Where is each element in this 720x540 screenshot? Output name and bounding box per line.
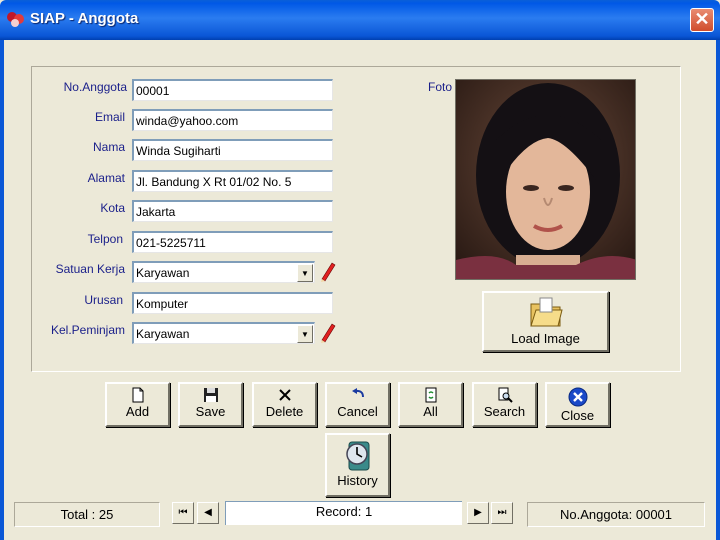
load-image-button[interactable]: Load Image (482, 291, 609, 352)
kel-peminjam-edit-pencil-icon[interactable] (317, 321, 337, 343)
member-photo (455, 79, 636, 280)
nama-label: Nama (92, 140, 125, 154)
search-icon (498, 387, 513, 403)
next-record-button[interactable]: ▶ (467, 502, 489, 524)
save-button[interactable]: Save (178, 382, 243, 427)
no-anggota-label: No.Anggota (63, 80, 127, 94)
last-record-button[interactable]: ⏭ (491, 502, 513, 524)
telpon-label: Telpon (87, 232, 123, 246)
kel-peminjam-dropdown-button[interactable]: ▼ (297, 325, 313, 343)
kel-peminjam-select[interactable]: Karyawan (132, 322, 315, 344)
satuan-kerja-select[interactable]: Karyawan (132, 261, 315, 283)
window-title: SIAP - Anggota (30, 10, 139, 27)
kel-peminjam-label: Kel.Peminjam (50, 323, 125, 337)
cancel-button[interactable]: Cancel (325, 382, 390, 427)
history-label: History (337, 473, 378, 488)
add-label: Add (125, 404, 150, 419)
close-label: Close (560, 408, 595, 423)
alamat-label: Alamat (87, 171, 125, 185)
save-label: Save (195, 404, 226, 419)
no-anggota-field[interactable]: 00001 (132, 79, 333, 101)
alamat-field[interactable]: Jl. Bandung X Rt 01/02 No. 5 (132, 170, 333, 192)
telpon-field[interactable]: 021-5225711 (132, 231, 333, 253)
portrait-image (456, 80, 635, 279)
foto-label: Foto (427, 80, 452, 94)
window-close-button[interactable]: ✕ (690, 8, 714, 32)
nama-field[interactable]: Winda Sugiharti (132, 139, 333, 161)
search-label: Search (483, 404, 526, 419)
window-border-right (716, 40, 720, 540)
title-bar: SIAP - Anggota ✕ (0, 0, 720, 40)
record-indicator: Record: 1 (225, 501, 462, 525)
cancel-label: Cancel (337, 404, 378, 419)
satuan-kerja-edit-pencil-icon[interactable] (317, 260, 337, 282)
floppy-disk-icon (203, 388, 218, 402)
load-image-label: Load Image (511, 331, 580, 346)
delete-label: Delete (265, 404, 304, 419)
app-icon (7, 12, 24, 27)
all-button[interactable]: All (398, 382, 463, 427)
email-field[interactable]: winda@yahoo.com (132, 109, 333, 131)
kota-field[interactable]: Jakarta (132, 200, 333, 222)
all-label: All (423, 404, 438, 419)
window-border-left (0, 40, 4, 540)
refresh-document-icon (425, 387, 436, 403)
no-anggota-status: No.Anggota: 00001 (527, 502, 705, 527)
kota-label: Kota (100, 201, 125, 215)
previous-record-button[interactable]: ◀ (197, 502, 219, 524)
new-document-icon (132, 387, 143, 403)
urusan-label: Urusan (84, 293, 123, 307)
undo-arrow-icon (351, 388, 364, 398)
satuan-kerja-dropdown-button[interactable]: ▼ (297, 264, 313, 282)
first-record-button[interactable]: ⏮ (172, 502, 194, 524)
folder-icon (529, 297, 563, 327)
close-circle-icon (568, 387, 587, 407)
close-button[interactable]: Close (545, 382, 610, 427)
clock-history-icon (345, 441, 369, 471)
history-button[interactable]: History (325, 433, 390, 497)
delete-x-icon (278, 389, 291, 401)
delete-button[interactable]: Delete (252, 382, 317, 427)
search-button[interactable]: Search (472, 382, 537, 427)
add-button[interactable]: Add (105, 382, 170, 427)
email-label: Email (94, 110, 125, 124)
total-status: Total : 25 (14, 502, 160, 527)
satuan-kerja-label: Satuan Kerja (55, 262, 125, 276)
urusan-field[interactable]: Komputer (132, 292, 333, 314)
